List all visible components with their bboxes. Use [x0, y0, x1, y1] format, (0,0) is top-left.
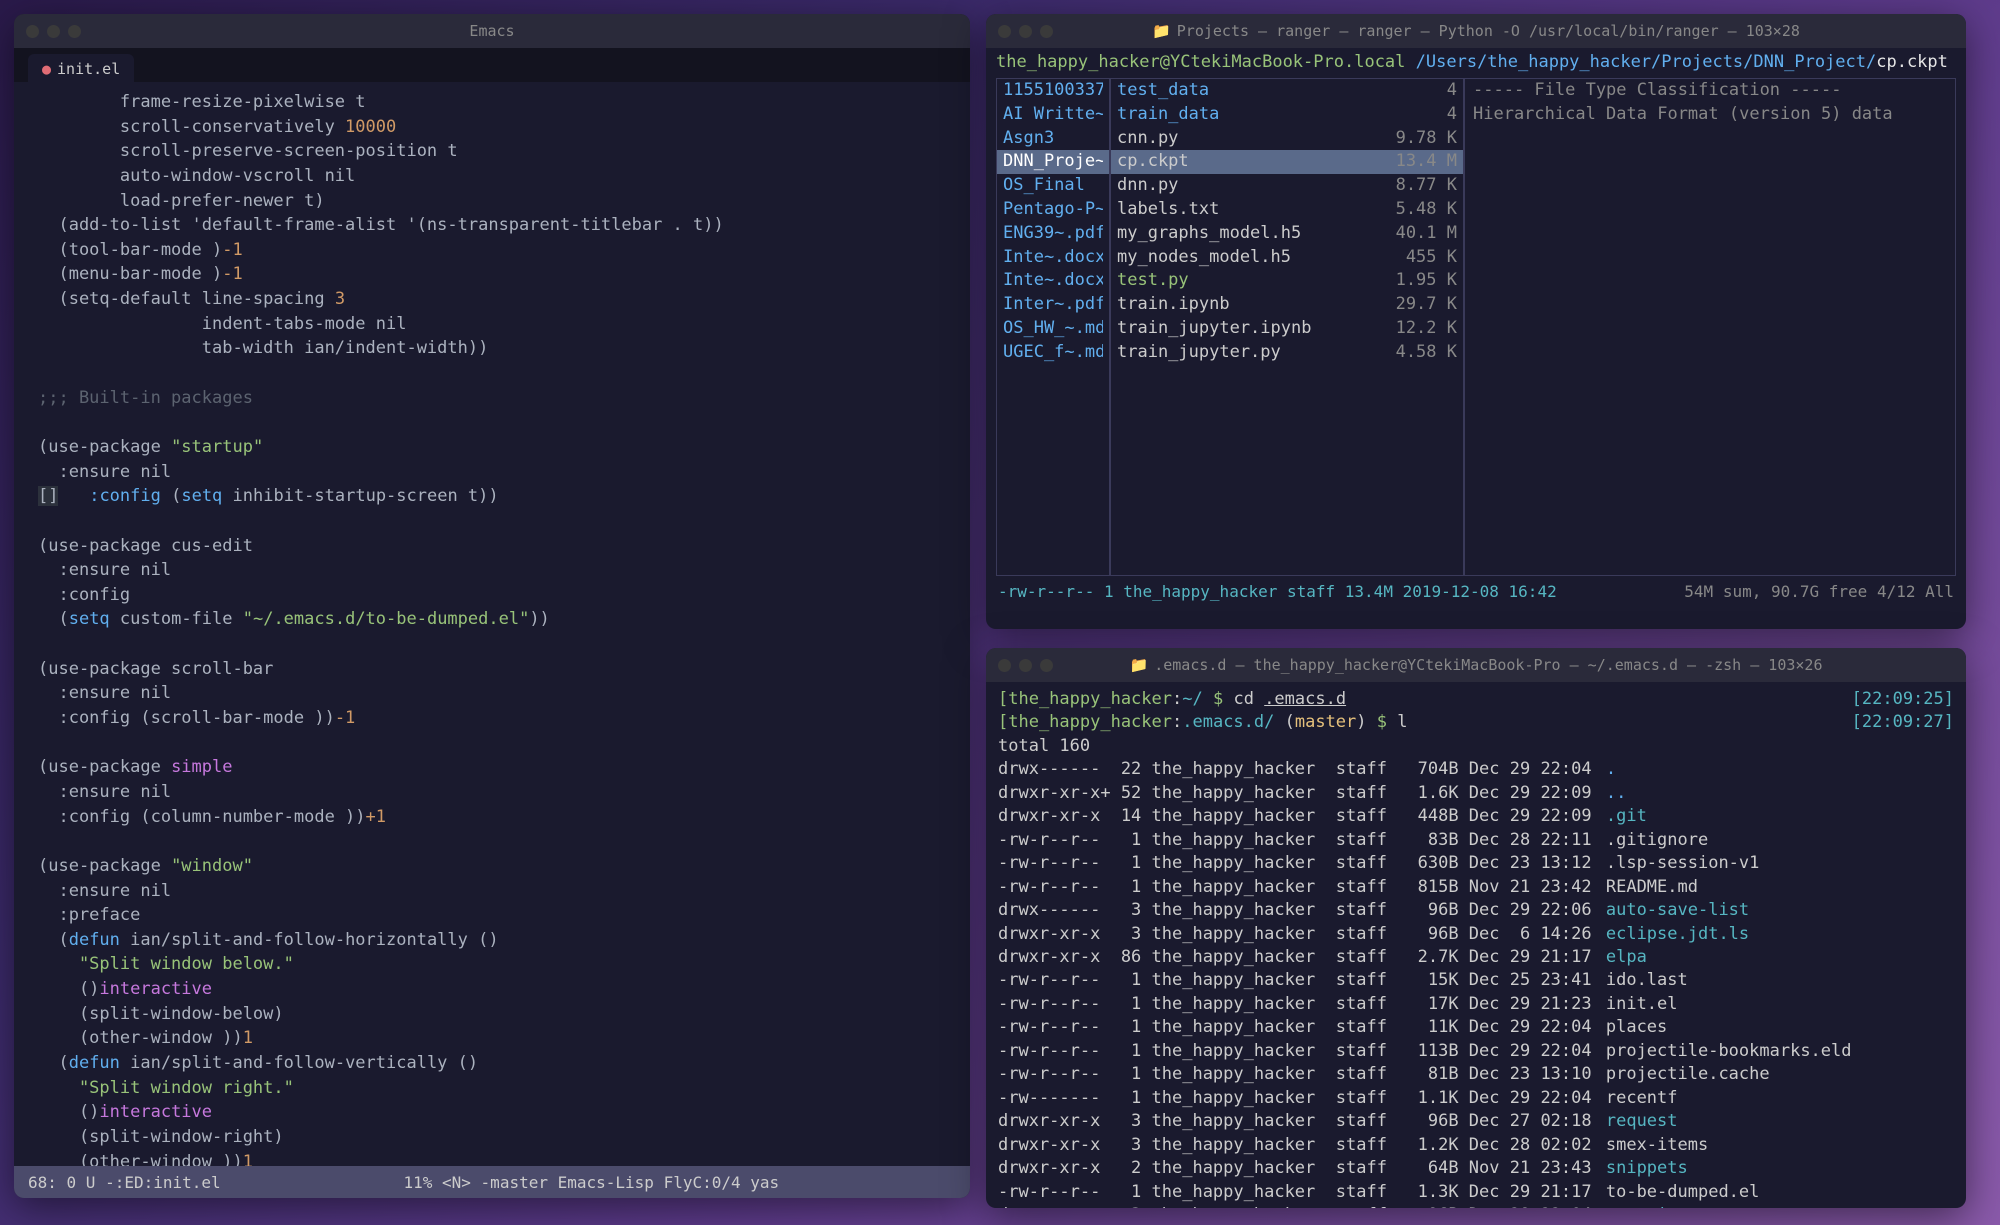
ls-row: -rw-r--r-- 1 the_happy_hacker staff 1.3K… [998, 1181, 1954, 1204]
close-icon[interactable] [998, 659, 1011, 672]
emacs-modeline: 68: 0 U -:ED:init.el 11% <N> -master Ema… [14, 1166, 970, 1198]
list-item[interactable]: Inte~.docx [997, 246, 1109, 270]
ls-row: -rw-r--r-- 1 the_happy_hacker staff 630B… [998, 852, 1954, 875]
list-item[interactable]: my_nodes_model.h5455 K [1111, 246, 1463, 270]
close-icon[interactable] [26, 25, 39, 38]
folder-icon: 📁 [1152, 22, 1171, 40]
window-lights [998, 25, 1053, 38]
list-item[interactable]: AI Writte~ [997, 103, 1109, 127]
ranger-perms: -rw-r--r-- 1 the_happy_hacker staff 13.4… [998, 582, 1557, 601]
list-item[interactable]: OS_Final [997, 174, 1109, 198]
ls-row: drwx------ 22 the_happy_hacker staff 704… [998, 758, 1954, 781]
ranger-columns: 1155100337AI Writte~Asgn3DNN_Proje~OS_Fi… [996, 78, 1956, 576]
list-item[interactable]: DNN_Proje~ [997, 150, 1109, 174]
ranger-current-col[interactable]: test_data4train_data4cnn.py9.78 Kcp.ckpt… [1110, 78, 1464, 576]
zsh-titlebar[interactable]: 📁.emacs.d — the_happy_hacker@YCtekiMacBo… [986, 648, 1966, 682]
list-item[interactable]: Pentago-P~ [997, 198, 1109, 222]
tab-label: init.el [57, 60, 120, 78]
window-lights [26, 25, 81, 38]
modeline-mid: 11% <N> -master Emacs-Lisp FlyC:0/4 yas [403, 1173, 779, 1192]
list-item[interactable]: train.ipynb29.7 K [1111, 293, 1463, 317]
minimize-icon[interactable] [1019, 25, 1032, 38]
ls-row: -rw-r--r-- 1 the_happy_hacker staff 15K … [998, 969, 1954, 992]
list-item[interactable]: ENG39~.pdf [997, 222, 1109, 246]
ls-row: drwxr-xr-x 3 the_happy_hacker staff 96B … [998, 1204, 1954, 1208]
preview-line: ----- File Type Classification ----- [1465, 79, 1955, 103]
ls-row: -rw-r--r-- 1 the_happy_hacker staff 11K … [998, 1016, 1954, 1039]
zsh-title: 📁.emacs.d — the_happy_hacker@YCtekiMacBo… [986, 656, 1966, 674]
zsh-window: 📁.emacs.d — the_happy_hacker@YCtekiMacBo… [986, 648, 1966, 1208]
zoom-icon[interactable] [68, 25, 81, 38]
ranger-window: 📁Projects — ranger — ranger — Python -O … [986, 14, 1966, 629]
emacs-title: Emacs [14, 22, 970, 40]
ranger-file: cp.ckpt [1876, 52, 1948, 72]
ls-row: -rw-r--r-- 1 the_happy_hacker staff 81B … [998, 1063, 1954, 1086]
modified-dot-icon: ● [42, 60, 51, 78]
ranger-preview-col: ----- File Type Classification -----Hier… [1464, 78, 1956, 576]
emacs-editor[interactable]: frame-resize-pixelwise t scroll-conserva… [14, 82, 970, 1198]
ls-row: -rw-r--r-- 1 the_happy_hacker staff 815B… [998, 876, 1954, 899]
ls-row: drwxr-xr-x 14 the_happy_hacker staff 448… [998, 805, 1954, 828]
ranger-dir: /Users/the_happy_hacker/Projects/DNN_Pro… [1416, 52, 1877, 72]
list-item[interactable]: cnn.py9.78 K [1111, 127, 1463, 151]
ls-row: -rw-r--r-- 1 the_happy_hacker staff 17K … [998, 993, 1954, 1016]
list-item[interactable]: train_jupyter.ipynb12.2 K [1111, 317, 1463, 341]
list-item[interactable]: test.py1.95 K [1111, 269, 1463, 293]
tab-init-el[interactable]: ● init.el [28, 54, 134, 82]
emacs-tabbar: ● init.el [14, 48, 970, 82]
ranger-status: -rw-r--r-- 1 the_happy_hacker staff 13.4… [986, 580, 1966, 607]
ranger-titlebar[interactable]: 📁Projects — ranger — ranger — Python -O … [986, 14, 1966, 48]
list-item[interactable]: test_data4 [1111, 79, 1463, 103]
list-item[interactable]: labels.txt5.48 K [1111, 198, 1463, 222]
minimize-icon[interactable] [47, 25, 60, 38]
window-lights [998, 659, 1053, 672]
ls-row: drwxr-xr-x 3 the_happy_hacker staff 96B … [998, 1110, 1954, 1133]
list-item[interactable]: train_data4 [1111, 103, 1463, 127]
ls-row: drwxr-xr-x 86 the_happy_hacker staff 2.7… [998, 946, 1954, 969]
ranger-path: the_happy_hacker@YCtekiMacBook-Pro.local… [986, 48, 1966, 74]
ls-row: drwxr-xr-x+ 52 the_happy_hacker staff 1.… [998, 782, 1954, 805]
emacs-titlebar[interactable]: Emacs [14, 14, 970, 48]
ranger-parent-col[interactable]: 1155100337AI Writte~Asgn3DNN_Proje~OS_Fi… [996, 78, 1110, 576]
zoom-icon[interactable] [1040, 25, 1053, 38]
list-item[interactable]: my_graphs_model.h540.1 M [1111, 222, 1463, 246]
emacs-window: Emacs ● init.el frame-resize-pixelwise t… [14, 14, 970, 1198]
close-icon[interactable] [998, 25, 1011, 38]
list-item[interactable]: UGEC_f~.md [997, 341, 1109, 365]
ls-row: drwx------ 3 the_happy_hacker staff 96B … [998, 899, 1954, 922]
list-item[interactable]: 1155100337 [997, 79, 1109, 103]
ranger-host: the_happy_hacker@YCtekiMacBook-Pro.local [996, 52, 1405, 72]
ranger-summary: 54M sum, 90.7G free 4/12 All [1684, 582, 1954, 601]
list-item[interactable]: Inter~.pdf [997, 293, 1109, 317]
ls-row: drwxr-xr-x 3 the_happy_hacker staff 1.2K… [998, 1134, 1954, 1157]
ls-row: -rw-r--r-- 1 the_happy_hacker staff 113B… [998, 1040, 1954, 1063]
ls-row: -rw------- 1 the_happy_hacker staff 1.1K… [998, 1087, 1954, 1110]
minimize-icon[interactable] [1019, 659, 1032, 672]
zsh-terminal[interactable]: [the_happy_hacker:~/ $ cd .emacs.d[22:09… [986, 682, 1966, 1208]
ls-row: -rw-r--r-- 1 the_happy_hacker staff 83B … [998, 829, 1954, 852]
list-item[interactable]: dnn.py8.77 K [1111, 174, 1463, 198]
list-item[interactable]: cp.ckpt13.4 M [1111, 150, 1463, 174]
ls-row: drwxr-xr-x 2 the_happy_hacker staff 64B … [998, 1157, 1954, 1180]
preview-line: Hierarchical Data Format (version 5) dat… [1465, 103, 1955, 127]
list-item[interactable]: train_jupyter.py4.58 K [1111, 341, 1463, 365]
folder-icon: 📁 [1130, 656, 1149, 674]
list-item[interactable]: OS_HW_~.md [997, 317, 1109, 341]
ls-row: drwxr-xr-x 3 the_happy_hacker staff 96B … [998, 923, 1954, 946]
list-item[interactable]: Asgn3 [997, 127, 1109, 151]
zoom-icon[interactable] [1040, 659, 1053, 672]
list-item[interactable]: Inte~.docx [997, 269, 1109, 293]
ranger-title: 📁Projects — ranger — ranger — Python -O … [986, 22, 1966, 40]
modeline-left: 68: 0 U -:ED:init.el [28, 1173, 221, 1192]
